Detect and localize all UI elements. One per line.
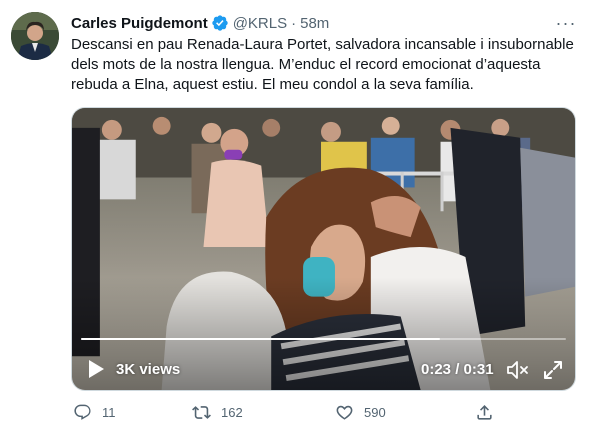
video-views: 3K views — [116, 361, 181, 378]
more-options-icon[interactable]: ··· — [555, 12, 577, 34]
like-count: 590 — [364, 404, 386, 420]
video-timecode: 0:23 / 0:31 — [421, 361, 494, 378]
retweet-button[interactable]: 162 — [192, 400, 243, 424]
author-handle[interactable]: @KRLS — [233, 15, 287, 32]
like-button[interactable]: 590 — [335, 400, 386, 424]
retweet-icon — [192, 405, 211, 419]
video-progress-bar[interactable] — [81, 338, 566, 340]
verified-badge-icon — [211, 14, 229, 32]
avatar[interactable] — [11, 12, 59, 60]
tweet-text: Descansi en pau Renada-Laura Portet, sal… — [71, 36, 574, 93]
tweet-header: Carles Puigdemont @KRLS · 58m — [71, 12, 577, 34]
separator-dot: · — [291, 14, 297, 32]
video-progress-fill — [81, 338, 440, 340]
play-icon[interactable] — [87, 359, 105, 379]
tweet-time[interactable]: 58m — [300, 15, 329, 32]
tweet-actions: 11 162 590 — [71, 400, 511, 424]
share-icon — [477, 404, 492, 420]
author-name[interactable]: Carles Puigdemont — [71, 15, 208, 32]
video-frame — [72, 108, 575, 390]
heart-icon — [336, 405, 353, 420]
share-button[interactable] — [475, 400, 494, 424]
reply-icon — [74, 404, 91, 420]
reply-count: 11 — [102, 404, 116, 420]
tweet: Carles Puigdemont @KRLS · 58m ··· Descan… — [0, 0, 589, 434]
fullscreen-icon[interactable] — [542, 359, 564, 381]
video-player[interactable]: 3K views 0:23 / 0:31 — [71, 107, 576, 391]
retweet-count: 162 — [221, 404, 243, 420]
reply-button[interactable]: 11 — [73, 400, 116, 424]
volume-muted-icon[interactable] — [505, 359, 529, 381]
